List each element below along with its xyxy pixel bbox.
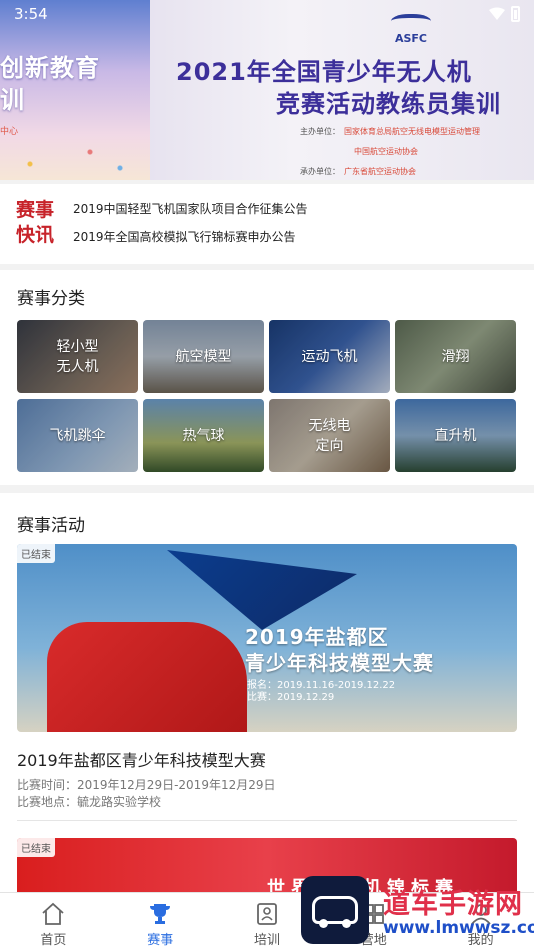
organizer-row: 主办单位： 国家体育总局航空无线电模型运动管理 [300, 127, 480, 136]
home-icon [42, 902, 64, 925]
activity-name[interactable]: 2019年盐都区青少年科技模型大赛 [17, 747, 266, 771]
banner-decoration [0, 140, 150, 180]
watermark-text: 道车手游网 [383, 889, 523, 920]
organizer-row: 承办单位： 广东省航空运动协会 [300, 167, 416, 176]
paper-plane-graphic [167, 550, 357, 630]
car-logo-icon [301, 876, 369, 944]
trophy-icon [150, 904, 171, 924]
activity-section-title: 赛事活动 [17, 516, 85, 536]
poster-person-graphic [47, 622, 247, 732]
category-tile-radio-orienteering[interactable]: 无线电 定向 [269, 399, 390, 472]
organizer-row: 中国航空运动协会 [354, 147, 418, 156]
category-tile-helicopter[interactable]: 直升机 [395, 399, 516, 472]
activity-time: 比赛时间：2019年12月29日-2019年12月29日 [17, 778, 276, 792]
status-time: 3:54 [14, 5, 48, 23]
wifi-icon [489, 7, 505, 20]
banner-title-line1: 2021年全国青少年无人机 [176, 58, 472, 86]
status-bar: 3:54 [0, 0, 534, 28]
status-badge: 已结束 [17, 544, 55, 563]
training-icon [257, 903, 277, 925]
category-tile-skydiving[interactable]: 飞机跳伞 [17, 399, 138, 472]
site-watermark: 道车手游网 www.lmwwsz.com [297, 874, 534, 950]
activity-poster[interactable]: 2019年盐都区 青少年科技模型大赛 报名：2019.11.16-2019.12… [17, 544, 517, 732]
category-tile-sport-aircraft[interactable]: 运动飞机 [269, 320, 390, 393]
news-flash-card: 赛事 快讯 2019中国轻型飞机国家队项目合作征集公告 2019年全国高校模拟飞… [0, 184, 534, 264]
poster-title: 2019年盐都区 青少年科技模型大赛 [245, 625, 434, 675]
banner-left-sub: 中心 [0, 127, 19, 137]
category-tile-aeromodel[interactable]: 航空模型 [143, 320, 264, 393]
category-tile-hot-air-balloon[interactable]: 热气球 [143, 399, 264, 472]
divider [17, 820, 517, 821]
category-section-title: 赛事分类 [17, 289, 85, 309]
asfc-logo-text: ASFC [394, 32, 428, 45]
category-tile-drone[interactable]: 轻小型 无人机 [17, 320, 138, 393]
status-icons [489, 6, 520, 22]
category-section: 赛事分类 轻小型 无人机 航空模型 运动飞机 滑翔 飞机跳伞 热气球 无线电 定向 … [0, 270, 534, 485]
banner-title-line2: 竞赛活动教练员集训 [276, 90, 501, 118]
news-flash-logo: 赛事 快讯 [16, 199, 55, 246]
news-item[interactable]: 2019中国轻型飞机国家队项目合作征集公告 [73, 200, 308, 217]
tab-events[interactable]: 赛事 [107, 893, 214, 950]
poster-dates: 报名：2019.11.16-2019.12.22 比赛：2019.12.29 [247, 680, 396, 703]
battery-icon [511, 6, 520, 22]
category-grid: 轻小型 无人机 航空模型 运动飞机 滑翔 飞机跳伞 热气球 无线电 定向 直升机 [17, 320, 517, 472]
news-item[interactable]: 2019年全国高校模拟飞行锦标赛申办公告 [73, 228, 296, 245]
category-tile-glider[interactable]: 滑翔 [395, 320, 516, 393]
banner-left-line2: 训 [0, 86, 25, 114]
watermark-url: www.lmwwsz.com [383, 918, 534, 938]
banner-left-line1: 创新教育 [0, 54, 100, 82]
tab-home[interactable]: 首页 [0, 893, 107, 950]
banner-left-text: 创新教育 训 [0, 52, 100, 116]
activity-section: 赛事活动 2019年盐都区 青少年科技模型大赛 报名：2019.11.16-20… [0, 493, 534, 893]
status-badge: 已结束 [17, 838, 55, 857]
activity-place: 比赛地点：毓龙路实验学校 [17, 795, 162, 809]
banner-organizers: 主办单位： 国家体育总局航空无线电模型运动管理 中国航空运动协会 承办单位： 广东省… [300, 122, 480, 180]
